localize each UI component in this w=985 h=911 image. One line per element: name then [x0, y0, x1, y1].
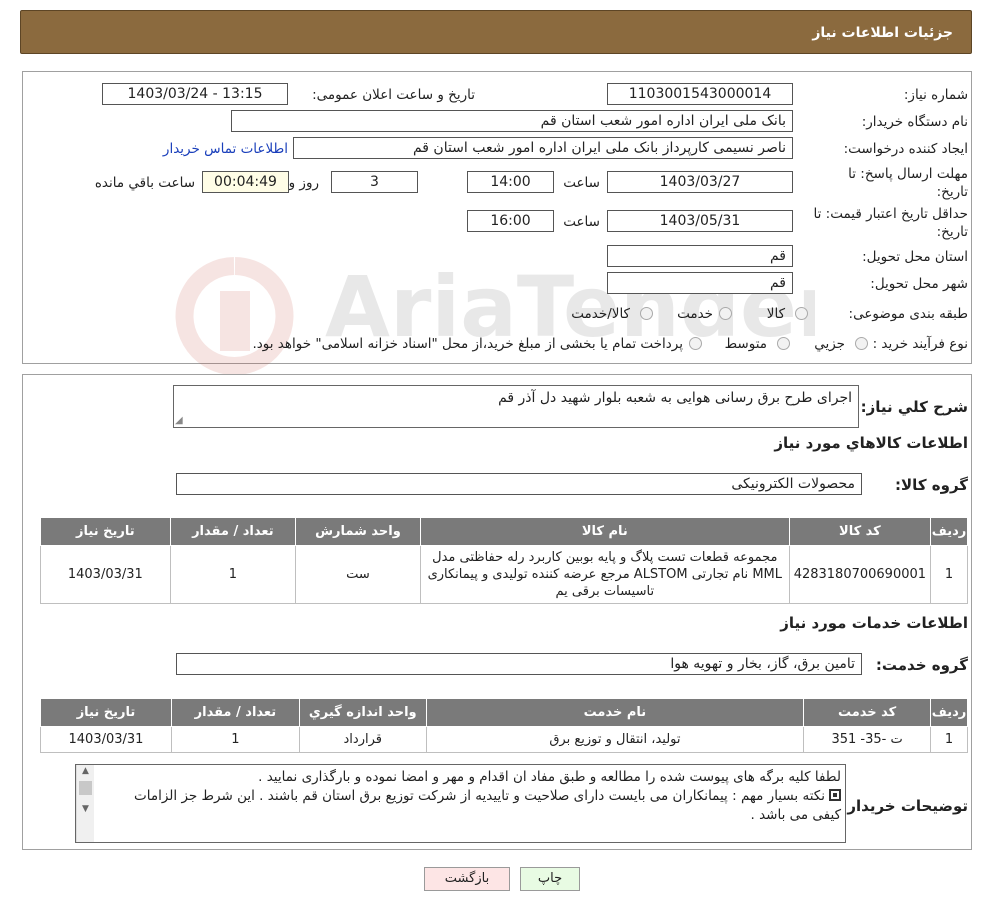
- buyer-org-label: نام دستگاه خریدار:: [861, 114, 968, 130]
- col-header: کد کالا: [788, 517, 932, 546]
- description-label: شرح کلي نياز:: [860, 398, 968, 416]
- category-option-service: خدمت: [677, 306, 713, 322]
- col-header: تعداد / مقدار: [169, 517, 297, 546]
- col-header: کد خدمت: [803, 698, 932, 727]
- scroll-thumb[interactable]: [79, 781, 92, 795]
- back-button[interactable]: بازگشت: [424, 867, 510, 891]
- service-date: 1403/03/31: [40, 726, 172, 753]
- goods-table-header: رديف کد کالا نام کالا واحد شمارش تعداد /…: [40, 517, 968, 546]
- goods-group-field: محصولات الکترونیکی: [176, 473, 862, 495]
- goods-table: رديف کد کالا نام کالا واحد شمارش تعداد /…: [40, 517, 968, 604]
- col-header: تاريخ نياز: [40, 517, 171, 546]
- table-row: 1 4283180700690001 مجموعه قطعات تست پلاگ…: [40, 545, 968, 604]
- deadline-time-field: 14:00: [467, 171, 554, 193]
- deadline-date-field: 1403/03/27: [607, 171, 793, 193]
- col-header: نام خدمت: [425, 698, 805, 727]
- page-title: جزئیات اطلاعات نیاز: [812, 25, 953, 41]
- notes-line-1: لطفا کلیه برگه های پیوست شده را مطالعه و…: [258, 769, 841, 785]
- print-button[interactable]: چاپ: [520, 867, 580, 891]
- notes-line-2: نکته بسیار مهم : پیمانکاران می بایست دار…: [134, 788, 841, 823]
- remaining-word: ساعت باقي مانده: [94, 175, 195, 191]
- process-note: پرداخت تمام یا بخشی از مبلغ خرید،از محل …: [252, 336, 683, 352]
- col-header: تاريخ نياز: [40, 698, 172, 727]
- resize-grip-icon[interactable]: ◢: [175, 415, 183, 426]
- description-textarea[interactable]: اجرای طرح برق رسانی هوایی به شعبه بلوار …: [173, 385, 859, 428]
- scroll-up-icon[interactable]: ▲: [77, 765, 94, 777]
- buyer-org-field: بانک ملی ایران اداره امور شعب استان قم: [231, 110, 793, 132]
- goods-unit: ست: [295, 545, 421, 604]
- province-field: قم: [607, 245, 793, 267]
- remaining-time-field: 00:04:49: [202, 171, 289, 193]
- announce-label: تاریخ و ساعت اعلان عمومی:: [312, 87, 475, 103]
- creator-label: ایجاد کننده درخواست:: [843, 141, 968, 157]
- goods-section-title: اطلاعات کالاهاي مورد نياز: [774, 434, 968, 452]
- buyer-notes-textarea[interactable]: لطفا کلیه برگه های پیوست شده را مطالعه و…: [75, 764, 846, 843]
- goods-group-label: گروه کالا:: [895, 476, 968, 494]
- services-table-header: رديف کد خدمت نام خدمت واحد اندازه گيري ت…: [40, 698, 968, 727]
- page-header: جزئیات اطلاعات نیاز: [20, 10, 972, 54]
- process-radio-minor[interactable]: [855, 337, 868, 350]
- days-field: 3: [331, 171, 418, 193]
- days-word: روز و: [288, 175, 319, 191]
- col-header: نام کالا: [419, 517, 790, 546]
- need-number-field: 1103001543000014: [607, 83, 793, 105]
- province-label: استان محل تحویل:: [862, 249, 968, 265]
- validity-label: حداقل تاریخ اعتبار قیمت: تا تاریخ:: [813, 206, 968, 240]
- announce-field: 1403/03/24 - 13:15: [102, 83, 288, 105]
- category-option-goods: کالا: [766, 306, 785, 322]
- validity-date-field: 1403/05/31: [607, 210, 793, 232]
- col-header: رديف: [930, 698, 968, 727]
- row-number: 1: [930, 726, 968, 753]
- col-header: رديف: [930, 517, 968, 546]
- process-option-medium: متوسط: [724, 336, 767, 352]
- buyer-contact-link[interactable]: اطلاعات تماس خریدار: [163, 140, 288, 158]
- category-label: طبقه بندی موضوعی:: [848, 306, 968, 322]
- city-field: قم: [607, 272, 793, 294]
- goods-date: 1403/03/31: [40, 545, 171, 604]
- validity-time-field: 16:00: [467, 210, 554, 232]
- col-header: تعداد / مقدار: [170, 698, 300, 727]
- services-group-field: تامین برق، گاز، بخار و تهویه هوا: [176, 653, 862, 675]
- col-header: واحد شمارش: [295, 517, 421, 546]
- services-section-title: اطلاعات خدمات مورد نياز: [780, 614, 968, 632]
- category-option-both: کالا/خدمت: [571, 306, 630, 322]
- scroll-down-icon[interactable]: ▼: [77, 803, 94, 815]
- service-name: تولید، انتقال و توزیع برق: [425, 726, 805, 753]
- goods-name: مجموعه قطعات تست پلاگ و پایه بوبین کاربر…: [419, 545, 790, 604]
- checkbox-icon: [829, 789, 841, 801]
- service-qty: 1: [170, 726, 300, 753]
- process-option-minor: جزيي: [814, 336, 845, 352]
- service-code: ت -35- 351: [803, 726, 932, 753]
- treasury-checkbox[interactable]: [689, 337, 702, 350]
- deadline-time-word: ساعت: [563, 175, 600, 191]
- buyer-notes-label: توضيحات خريدار:: [841, 797, 968, 815]
- services-group-label: گروه خدمت:: [875, 656, 968, 674]
- row-number: 1: [930, 545, 968, 604]
- deadline-label: مهلت ارسال پاسخ: تا تاریخ:: [848, 166, 968, 200]
- col-header: واحد اندازه گيري: [298, 698, 427, 727]
- process-radio-medium[interactable]: [777, 337, 790, 350]
- city-label: شهر محل تحویل:: [870, 276, 968, 292]
- creator-field: ناصر نسیمی کارپرداز بانک ملی ایران اداره…: [293, 137, 793, 159]
- category-radio-both[interactable]: [640, 307, 653, 320]
- need-number-label: شماره نیاز:: [903, 87, 968, 103]
- process-label: نوع فرآیند خرید :: [872, 336, 968, 352]
- category-radio-goods[interactable]: [795, 307, 808, 320]
- goods-qty: 1: [169, 545, 297, 604]
- goods-code: 4283180700690001: [788, 545, 932, 604]
- category-radio-service[interactable]: [719, 307, 732, 320]
- validity-time-word: ساعت: [563, 214, 600, 230]
- table-row: 1 ت -35- 351 تولید، انتقال و توزیع برق ق…: [40, 726, 968, 753]
- notes-scrollbar[interactable]: ▲ ▼: [76, 765, 94, 842]
- services-table: رديف کد خدمت نام خدمت واحد اندازه گيري ت…: [40, 698, 968, 753]
- service-unit: قرارداد: [298, 726, 427, 753]
- description-text: اجرای طرح برق رسانی هوایی به شعبه بلوار …: [498, 390, 852, 406]
